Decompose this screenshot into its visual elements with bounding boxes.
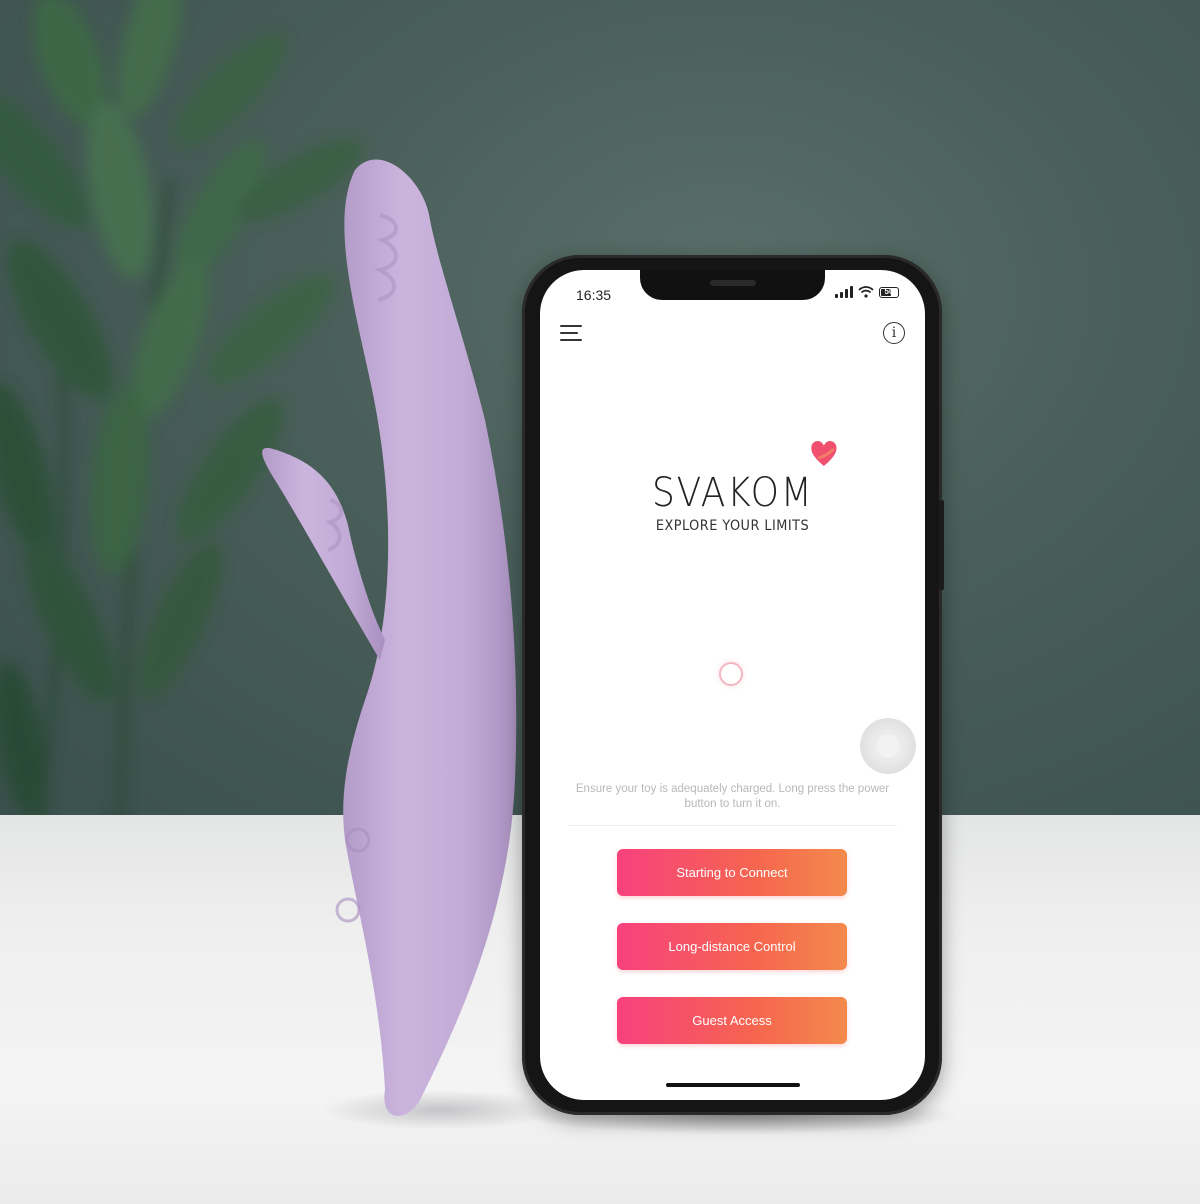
charge-hint-text: Ensure your toy is adequately charged. L… <box>575 783 890 810</box>
status-time: 16:35 <box>576 287 612 303</box>
app-screen: 16:35 50 i SVAKOM EXPLORE YOUR LIMITS En <box>540 270 925 1100</box>
hamburger-menu-icon[interactable] <box>560 325 584 345</box>
brand-name: SVAKOM <box>651 470 814 516</box>
loading-spinner-icon <box>719 662 743 686</box>
vibrator-toy <box>262 159 517 1117</box>
guest-access-button[interactable]: Guest Access <box>617 997 847 1044</box>
starting-to-connect-button[interactable]: Starting to Connect <box>617 849 847 896</box>
status-indicators: 50 <box>835 286 899 298</box>
battery-level: 50 <box>884 287 894 296</box>
brand-logo: SVAKOM EXPLORE YOUR LIMITS <box>540 441 925 534</box>
brand-tagline: EXPLORE YOUR LIMITS <box>655 518 810 534</box>
heart-icon <box>810 441 836 466</box>
long-distance-control-button[interactable]: Long-distance Control <box>617 923 847 970</box>
phone-speaker <box>710 280 756 286</box>
home-indicator[interactable] <box>666 1083 800 1087</box>
divider <box>568 825 897 826</box>
info-icon[interactable]: i <box>883 322 905 344</box>
phone-notch <box>640 270 825 300</box>
phone-side-button <box>939 500 944 590</box>
battery-icon: 50 <box>879 286 899 298</box>
floating-assistive-button[interactable] <box>861 719 915 773</box>
signal-icon <box>835 286 853 298</box>
wifi-icon <box>858 286 874 298</box>
